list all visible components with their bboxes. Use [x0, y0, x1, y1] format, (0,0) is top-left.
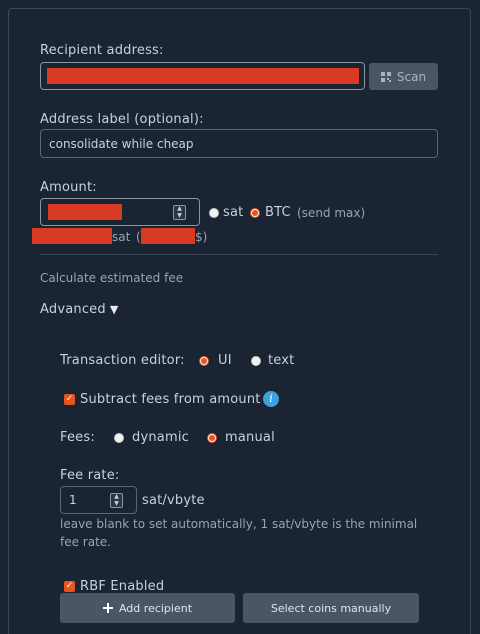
amount-label: Amount:: [40, 180, 97, 195]
fee-rate-input[interactable]: 1 ▲ ▼: [60, 486, 137, 514]
chevron-down-icon: ▼: [114, 499, 119, 507]
redacted-address: [47, 68, 359, 84]
add-recipient-label: Add recipient: [118, 601, 193, 615]
sat-suffix: sat: [112, 230, 131, 244]
fee-rate-unit: sat/vbyte: [142, 493, 205, 508]
fees-manual-label: manual: [225, 430, 275, 445]
scan-button[interactable]: Scan: [369, 63, 438, 90]
info-icon[interactable]: i: [263, 391, 279, 407]
editor-text-label: text: [268, 353, 295, 368]
unit-sat-label: sat: [223, 205, 244, 220]
send-max-link[interactable]: (send max): [297, 206, 365, 220]
fee-rate-label: Fee rate:: [60, 468, 120, 483]
fee-rate-help-line-2: fee rate.: [60, 535, 111, 549]
recipient-address-label: Recipient address:: [40, 43, 164, 58]
transaction-editor-label: Transaction editor:: [60, 353, 185, 368]
editor-ui-label: UI: [218, 353, 232, 368]
amount-stepper[interactable]: ▲ ▼: [173, 205, 186, 220]
fiat-suffix: $): [195, 230, 208, 244]
rbf-label: RBF Enabled: [80, 579, 165, 594]
advanced-label: Advanced: [40, 302, 106, 317]
select-coins-label: Select coins manually: [270, 601, 392, 615]
address-label-label: Address label (optional):: [40, 112, 204, 127]
rbf-checkbox[interactable]: ✓: [64, 581, 75, 592]
editor-text-radio[interactable]: [251, 356, 261, 366]
select-coins-button[interactable]: Select coins manually: [243, 593, 419, 623]
subtract-fees-label: Subtract fees from amount: [80, 392, 261, 407]
qr-code-icon: [380, 71, 391, 82]
caret-down-icon: ▼: [109, 303, 119, 316]
fees-label: Fees:: [60, 430, 95, 445]
editor-ui-radio[interactable]: [199, 356, 209, 366]
fee-rate-stepper[interactable]: ▲ ▼: [110, 493, 123, 508]
address-label-value: consolidate while cheap: [49, 137, 194, 151]
section-divider: [40, 254, 438, 255]
scan-button-label: Scan: [396, 69, 427, 84]
unit-btc-label: BTC: [265, 205, 291, 220]
fees-dynamic-radio[interactable]: [114, 433, 124, 443]
address-label-input[interactable]: consolidate while cheap: [40, 129, 438, 158]
calculate-fee-link[interactable]: Calculate estimated fee: [40, 271, 183, 285]
fiat-open-paren: (: [136, 230, 141, 244]
fees-dynamic-label: dynamic: [132, 430, 189, 445]
chevron-down-icon: ▼: [177, 211, 182, 219]
amount-input[interactable]: ▲ ▼: [40, 198, 200, 226]
unit-sat-radio[interactable]: [209, 208, 219, 218]
fee-rate-value: 1: [69, 493, 77, 507]
plus-icon: [102, 603, 113, 613]
redacted-sat-value: [32, 228, 112, 244]
fees-manual-radio[interactable]: [207, 433, 217, 443]
fee-rate-help-line-1: leave blank to set automatically, 1 sat/…: [60, 517, 418, 531]
redacted-amount: [48, 204, 122, 220]
subtract-fees-checkbox[interactable]: ✓: [64, 394, 75, 405]
unit-btc-radio[interactable]: [250, 208, 260, 218]
recipient-address-input[interactable]: [40, 62, 365, 90]
advanced-toggle[interactable]: Advanced ▼: [40, 302, 118, 317]
redacted-fiat-value: [141, 228, 195, 244]
add-recipient-button[interactable]: Add recipient: [60, 593, 235, 623]
